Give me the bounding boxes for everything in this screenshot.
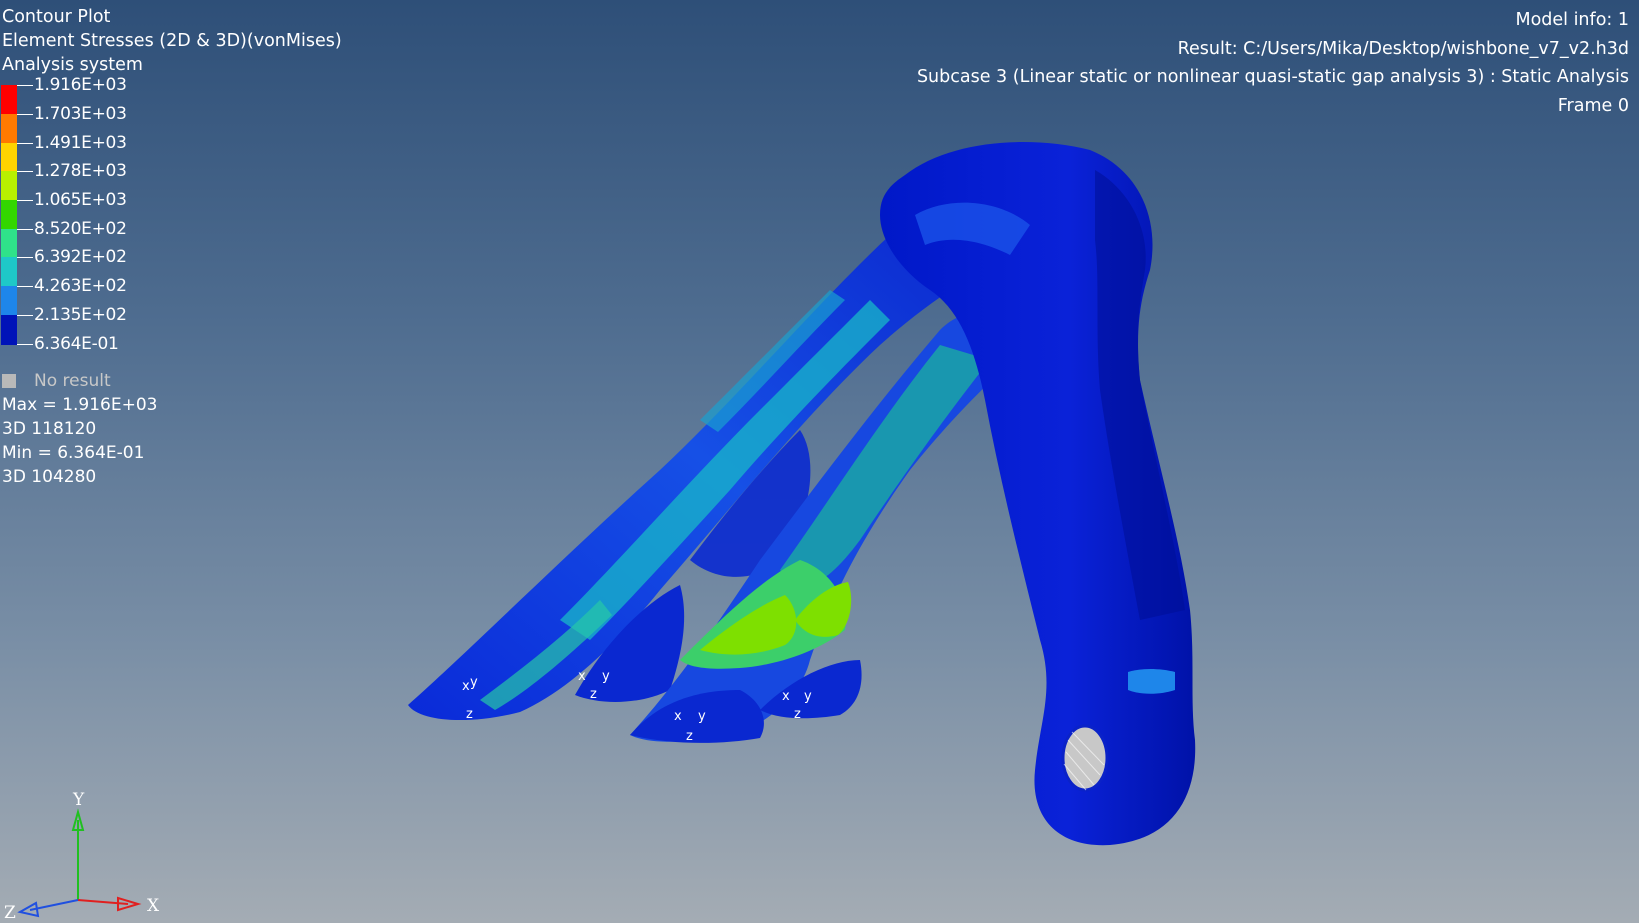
- z-axis-label: Z: [4, 903, 16, 923]
- axis-label-x: x: [782, 689, 790, 704]
- y-axis-label: Y: [72, 790, 85, 810]
- axis-label-y: y: [602, 669, 610, 684]
- axis-label-z: z: [686, 729, 693, 744]
- front-arm-base: [630, 690, 764, 743]
- x-axis-line: [77, 899, 129, 905]
- axis-label-z: z: [466, 707, 473, 722]
- axis-label-x: x: [674, 709, 682, 724]
- wishbone-part-icon[interactable]: [408, 142, 1196, 846]
- global-axis-triad[interactable]: Y X Z: [0, 780, 180, 923]
- axis-label-y: y: [698, 709, 706, 724]
- axis-label-z: z: [590, 687, 597, 702]
- axis-label-x: x: [578, 669, 586, 684]
- axis-label-y: y: [470, 675, 478, 690]
- axis-label-x: x: [462, 679, 470, 694]
- x-axis-label: X: [147, 896, 160, 916]
- axis-label-z: z: [794, 707, 801, 722]
- upright-hotspot: [1128, 669, 1175, 694]
- model-viewport[interactable]: x y z x y z x y z x y z: [0, 0, 1639, 923]
- axis-label-y: y: [804, 689, 812, 704]
